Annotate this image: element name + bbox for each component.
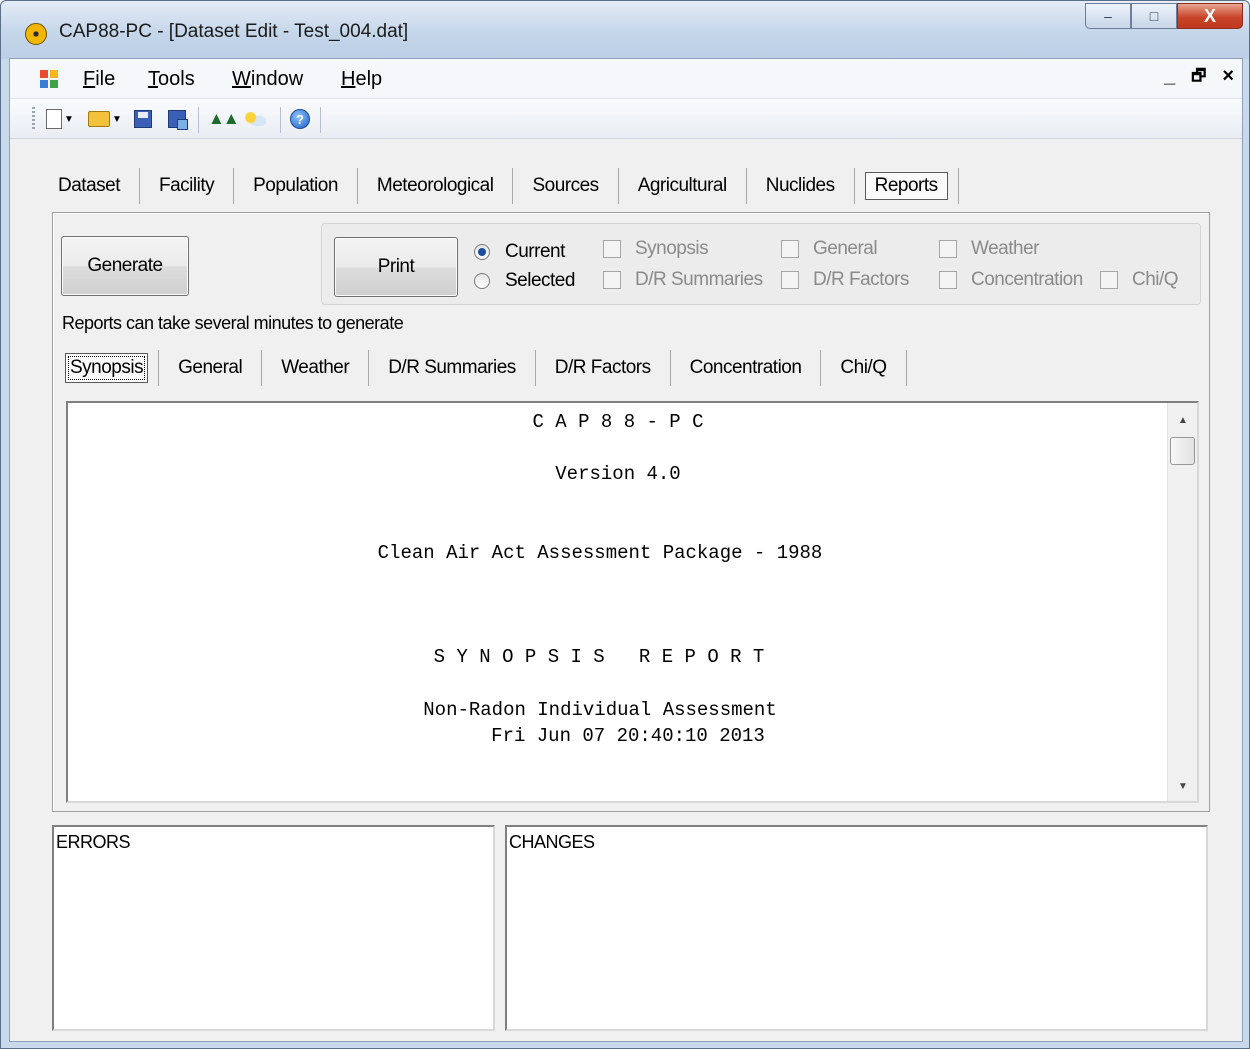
scroll-down-icon[interactable]: ▼ bbox=[1168, 773, 1198, 799]
report-scrollbar[interactable]: ▲ ▼ bbox=[1167, 403, 1197, 801]
toolbar-separator bbox=[320, 107, 321, 133]
checkbox-dr-factors[interactable]: D/R Factors bbox=[781, 269, 909, 291]
toolbar-separator bbox=[280, 107, 281, 133]
open-button[interactable]: ▼ bbox=[88, 108, 122, 130]
title-bar[interactable]: CAP88-PC - [Dataset Edit - Test_004.dat]… bbox=[1, 1, 1249, 59]
toolbar: ▼ ▼ ▲▲ ? bbox=[10, 99, 1242, 139]
checkbox-box[interactable] bbox=[939, 271, 957, 289]
tab-nuclides[interactable]: Nuclides bbox=[747, 168, 855, 204]
changes-box[interactable]: CHANGES bbox=[505, 825, 1208, 1031]
errors-title: ERRORS bbox=[56, 832, 131, 852]
menu-tools[interactable]: Tools bbox=[148, 68, 195, 91]
save-icon bbox=[134, 110, 152, 128]
radiation-app-icon bbox=[25, 23, 47, 45]
radio-current[interactable]: Current bbox=[474, 241, 565, 263]
checkbox-general[interactable]: General bbox=[781, 238, 878, 260]
toolbar-separator bbox=[198, 107, 199, 133]
menu-file[interactable]: File bbox=[83, 68, 115, 91]
tab-concentration[interactable]: Concentration bbox=[671, 350, 822, 386]
toolbar-grip[interactable] bbox=[32, 107, 35, 131]
tab-reports[interactable]: Reports bbox=[855, 168, 959, 204]
checkbox-concentration[interactable]: Concentration bbox=[939, 269, 1083, 291]
radio-current-dot[interactable] bbox=[474, 244, 490, 260]
find-button[interactable]: ▲▲ bbox=[208, 108, 240, 130]
tab-weather[interactable]: Weather bbox=[262, 350, 370, 386]
report-line: Version 4.0 bbox=[555, 463, 681, 485]
checkbox-box[interactable] bbox=[1100, 271, 1118, 289]
print-options-group: Print Current Selected Synopsis D/R Summ… bbox=[321, 223, 1201, 305]
report-viewer[interactable]: C A P 8 8 - P C Version 4.0 Clean Air Ac… bbox=[66, 401, 1199, 803]
save-as-icon bbox=[168, 110, 188, 130]
binoculars-icon: ▲▲ bbox=[208, 109, 240, 128]
report-tab-strip: Synopsis General Weather D/R Summaries D… bbox=[63, 348, 907, 388]
save-as-button[interactable] bbox=[168, 108, 188, 130]
report-line: Clean Air Act Assessment Package - 1988 bbox=[377, 542, 823, 564]
checkbox-box[interactable] bbox=[939, 240, 957, 258]
mdi-restore-button[interactable]: 🗗 bbox=[1191, 65, 1206, 92]
menu-help[interactable]: Help bbox=[341, 68, 382, 91]
errors-box[interactable]: ERRORS bbox=[52, 825, 495, 1031]
new-button[interactable]: ▼ bbox=[46, 108, 74, 130]
checkbox-dr-summaries[interactable]: D/R Summaries bbox=[603, 269, 763, 291]
report-line: C A P 8 8 - P C bbox=[532, 411, 704, 433]
changes-title: CHANGES bbox=[509, 832, 595, 852]
print-button[interactable]: Print bbox=[334, 237, 458, 297]
radio-selected-dot[interactable] bbox=[474, 273, 490, 289]
tab-dataset[interactable]: Dataset bbox=[39, 168, 140, 204]
new-file-icon bbox=[46, 109, 62, 129]
mdi-close-button[interactable]: × bbox=[1222, 65, 1234, 92]
tab-meteorological[interactable]: Meteorological bbox=[358, 168, 514, 204]
reports-panel: Generate Print Current Selected Synopsis… bbox=[52, 212, 1210, 812]
tab-general[interactable]: General bbox=[159, 350, 263, 386]
maximize-button[interactable]: □ bbox=[1131, 3, 1177, 29]
caption-buttons: – □ X bbox=[1085, 3, 1243, 31]
tab-facility[interactable]: Facility bbox=[140, 168, 235, 204]
window-title: CAP88-PC - [Dataset Edit - Test_004.dat] bbox=[59, 21, 409, 42]
dropdown-arrow-icon[interactable]: ▼ bbox=[64, 114, 74, 125]
mdi-child-icon[interactable] bbox=[40, 70, 58, 88]
mdi-controls: _ 🗗 × bbox=[1164, 65, 1234, 92]
report-line: S Y N O P S I S R E P O R T bbox=[433, 646, 765, 668]
main-tab-strip: Dataset Facility Population Meteorologic… bbox=[39, 166, 959, 206]
tab-synopsis[interactable]: Synopsis bbox=[63, 350, 160, 386]
generate-note: Reports can take several minutes to gene… bbox=[62, 313, 404, 333]
tab-dr-summaries[interactable]: D/R Summaries bbox=[369, 350, 536, 386]
minimize-button[interactable]: – bbox=[1085, 3, 1131, 29]
help-button[interactable]: ? bbox=[290, 108, 310, 130]
tab-dr-factors[interactable]: D/R Factors bbox=[536, 350, 671, 386]
generate-button[interactable]: Generate bbox=[61, 236, 189, 296]
tab-sources[interactable]: Sources bbox=[513, 168, 619, 204]
help-icon: ? bbox=[290, 109, 310, 129]
dropdown-arrow-icon[interactable]: ▼ bbox=[112, 114, 122, 125]
report-line: Non-Radon Individual Assessment bbox=[423, 699, 777, 721]
radio-selected[interactable]: Selected bbox=[474, 270, 575, 292]
menu-window[interactable]: Window bbox=[232, 68, 303, 91]
checkbox-chiq[interactable]: Chi/Q bbox=[1100, 269, 1179, 291]
checkbox-weather[interactable]: Weather bbox=[939, 238, 1039, 260]
checkbox-synopsis[interactable]: Synopsis bbox=[603, 238, 709, 260]
report-line: Fri Jun 07 20:40:10 2013 bbox=[491, 725, 765, 747]
report-text-area[interactable]: C A P 8 8 - P C Version 4.0 Clean Air Ac… bbox=[68, 403, 1168, 801]
scroll-thumb[interactable] bbox=[1170, 437, 1195, 465]
checkbox-box[interactable] bbox=[781, 271, 799, 289]
checkbox-box[interactable] bbox=[781, 240, 799, 258]
tab-population[interactable]: Population bbox=[234, 168, 358, 204]
checkbox-box[interactable] bbox=[603, 271, 621, 289]
close-button[interactable]: X bbox=[1177, 3, 1243, 29]
open-folder-icon bbox=[88, 111, 110, 127]
tab-chiq[interactable]: Chi/Q bbox=[821, 350, 907, 386]
checkbox-box[interactable] bbox=[603, 240, 621, 258]
weather-button[interactable] bbox=[244, 108, 266, 130]
mdi-minimize-button[interactable]: _ bbox=[1164, 65, 1175, 92]
save-button[interactable] bbox=[134, 108, 152, 130]
weather-icon bbox=[244, 112, 266, 126]
tab-agricultural[interactable]: Agricultural bbox=[619, 168, 747, 204]
scroll-up-icon[interactable]: ▲ bbox=[1168, 407, 1198, 433]
menu-bar: File Tools Window Help _ 🗗 × bbox=[10, 59, 1242, 99]
